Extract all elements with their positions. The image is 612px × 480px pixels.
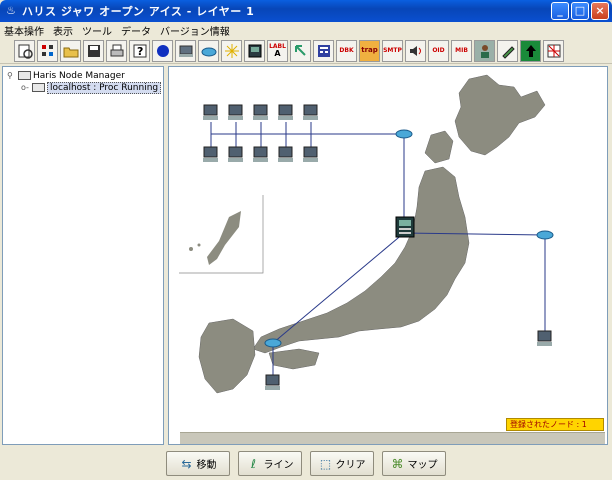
grid-x-icon: [547, 44, 560, 57]
person-icon: [480, 44, 489, 58]
menu-version-info[interactable]: バージョン情報: [160, 23, 230, 38]
menu-view[interactable]: 表示: [53, 23, 73, 38]
window-controls: _ □ ×: [551, 2, 609, 20]
move-arrows-icon: ⇆: [181, 456, 192, 471]
shikoku-landmass: [268, 348, 320, 370]
map-icon: ⌘: [391, 456, 404, 471]
folder-icon: [32, 83, 45, 92]
clear-selection-icon: ⬚: [319, 456, 332, 471]
hokkaido-landmass: [454, 74, 546, 156]
honshu-landmass: [252, 166, 470, 354]
oid-icon: OID: [432, 47, 445, 54]
southwest-hokkaido: [424, 130, 454, 164]
ryukyu-inset-frame: [179, 195, 264, 274]
bottom-toolbar: ⇆ 移動 ℓ ライン ⬚ クリア ⌘ マップ: [0, 447, 612, 480]
node-list-icon: [41, 44, 53, 56]
sparkle-button[interactable]: [221, 39, 242, 62]
print-button[interactable]: [106, 39, 127, 62]
window-title: ハリス ジャワ オープン アイス - レイヤー 1: [22, 5, 255, 18]
folder-icon: [18, 71, 31, 80]
calculator-button[interactable]: [313, 39, 334, 62]
trap-button[interactable]: trap: [359, 39, 380, 62]
refresh-document-icon: [18, 44, 33, 59]
move-button-label: 移動: [196, 460, 217, 471]
tree-root-label: Haris Node Manager: [33, 70, 125, 81]
tree-collapse-icon[interactable]: ⚲: [7, 71, 15, 80]
grid-button[interactable]: [543, 39, 564, 62]
circle-tool-button[interactable]: [152, 39, 173, 62]
kyushu-landmass: [198, 318, 256, 394]
toolbar: ? LABL A DBK trap SMTP OID MIB: [0, 38, 612, 64]
line-button[interactable]: ℓ ライン: [238, 451, 302, 476]
menu-tools[interactable]: ツール: [82, 23, 112, 38]
node-count-badge: 登録されたノード : 1: [506, 418, 604, 431]
ryukyu-islands: [207, 211, 241, 265]
mib-icon: MIB: [455, 47, 468, 54]
menu-data[interactable]: データ: [121, 23, 151, 38]
help-question-icon: ?: [133, 44, 146, 58]
oid-button[interactable]: OID: [428, 39, 449, 62]
computer-node-button[interactable]: [175, 39, 196, 62]
smtp-button[interactable]: SMTP: [382, 39, 403, 62]
node-tree-panel[interactable]: ⚲ Haris Node Manager o- localhost : Proc…: [2, 66, 164, 445]
device-box-icon: [248, 44, 261, 57]
title-bar[interactable]: ♨ ハリス ジャワ オープン アイス - レイヤー 1 _ □ ×: [0, 0, 612, 22]
db-button[interactable]: DBK: [336, 39, 357, 62]
pointer-button[interactable]: [290, 39, 311, 62]
menu-bar: 基本操作 表示 ツール データ バージョン情報: [0, 22, 612, 38]
help-button[interactable]: ?: [129, 39, 150, 62]
tree-child-row[interactable]: o- localhost : Proc Running: [21, 81, 162, 94]
speaker-icon: [409, 45, 421, 56]
edit-button[interactable]: [497, 39, 518, 62]
smtp-icon: SMTP: [383, 47, 402, 54]
move-button[interactable]: ⇆ 移動: [166, 451, 230, 476]
menu-basic-operations[interactable]: 基本操作: [4, 23, 44, 38]
maximize-button[interactable]: □: [571, 2, 589, 20]
green-up-arrow-icon: [525, 44, 536, 57]
save-disk-icon: [87, 44, 100, 57]
pointer-arrow-icon: [294, 44, 306, 56]
sparkle-icon: [224, 43, 239, 58]
server-node: [395, 216, 415, 238]
line-button-label: ライン: [263, 460, 294, 471]
blue-circle-icon: [156, 44, 169, 57]
tree-expand-icon[interactable]: o-: [21, 83, 29, 92]
save-button[interactable]: [83, 39, 104, 62]
svg-text:?: ?: [137, 45, 143, 58]
japan-map: [179, 74, 554, 394]
sound-button[interactable]: [405, 39, 426, 62]
upload-button[interactable]: [520, 39, 541, 62]
close-button[interactable]: ×: [591, 2, 609, 20]
map-status-bar: [180, 432, 605, 444]
network-map-canvas[interactable]: [168, 66, 608, 445]
app-icon: ♨: [6, 4, 16, 17]
mib-button[interactable]: MIB: [451, 39, 472, 62]
open-folder-icon: [63, 47, 78, 57]
clear-button-label: クリア: [335, 460, 366, 471]
computer-node-icon: [178, 45, 193, 57]
device-button[interactable]: [244, 39, 265, 62]
edit-pen-icon: [501, 45, 515, 59]
open-button[interactable]: [60, 39, 81, 62]
node-list-button[interactable]: [37, 39, 58, 62]
trap-icon: trap: [361, 46, 378, 54]
printer-icon: [110, 44, 123, 56]
minimize-button[interactable]: _: [551, 2, 569, 20]
clear-button[interactable]: ⬚ クリア: [310, 451, 374, 476]
calculator-grid-icon: [317, 44, 330, 57]
label-text-icon: LABL A: [269, 43, 286, 58]
refresh-document-button[interactable]: [14, 39, 35, 62]
tree-child-label: localhost : Proc Running: [47, 81, 162, 94]
router-button[interactable]: [198, 39, 219, 62]
label-button[interactable]: LABL A: [267, 39, 288, 62]
map-button-label: マップ: [407, 460, 438, 471]
line-draw-icon: ℓ: [251, 456, 256, 471]
map-button[interactable]: ⌘ マップ: [382, 451, 446, 476]
router-cloud-icon: [201, 47, 216, 56]
user-button[interactable]: [474, 39, 495, 62]
db-window-icon: DBK: [339, 47, 354, 54]
